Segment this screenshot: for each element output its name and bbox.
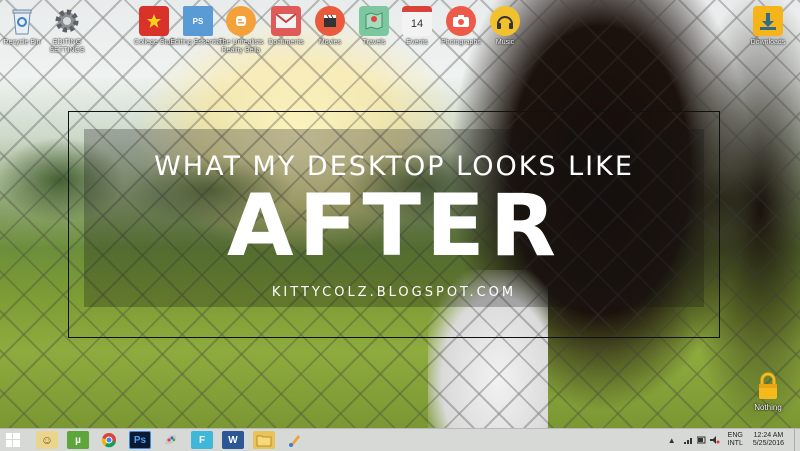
system-tray: ▲ ENG INTL 12:24 AM 5/25/2016	[668, 429, 800, 451]
flip-icon: F	[198, 434, 206, 446]
overlay-url: KITTYCOLZ.BLOGSPOT.COM	[271, 285, 517, 300]
envelope-icon	[271, 6, 301, 36]
paint-brush-icon	[289, 435, 300, 447]
desktop-icon-label: Music	[495, 39, 515, 46]
taskbar-app-chrome[interactable]	[98, 431, 120, 449]
show-desktop-button[interactable]	[794, 429, 800, 451]
taskbar-app-file-explorer[interactable]	[253, 431, 275, 449]
taskbar-app-paint-brush[interactable]	[284, 431, 306, 449]
taskbar-app-utorrent[interactable]: µ	[67, 431, 89, 449]
paint-palette-icon	[165, 434, 177, 445]
arrow-up-icon[interactable]: ▲	[668, 436, 676, 445]
calendar-icon: 14	[402, 6, 432, 36]
camera-icon	[446, 6, 476, 36]
volume-icon[interactable]	[709, 436, 720, 444]
download-icon	[753, 6, 783, 36]
language-top: ENG	[727, 432, 743, 439]
photoshop-icon: Ps	[133, 434, 147, 446]
taskbar-app-paint[interactable]	[160, 431, 182, 449]
clock-date: 5/25/2016	[752, 440, 784, 447]
star-flag-icon	[139, 6, 169, 36]
clock-time: 12:24 AM	[753, 432, 784, 439]
windows-logo-icon	[6, 433, 20, 447]
ps-badge: PS	[192, 16, 204, 26]
start-button[interactable]	[0, 429, 26, 451]
blogger-icon	[226, 6, 256, 36]
desktop-icon-label: Downloads	[750, 39, 786, 46]
smiley-folder-icon: ☺	[40, 433, 54, 447]
desktop-icon-music[interactable]: Music	[477, 6, 533, 47]
taskbar-app-word[interactable]: W	[222, 431, 244, 449]
overlay-title: AFTER	[227, 176, 561, 276]
gear-icon	[52, 6, 82, 36]
taskbar-app-explorer[interactable]: ☺	[36, 431, 58, 449]
language-bottom: INTL	[727, 440, 743, 447]
chrome-icon	[101, 433, 116, 448]
clock[interactable]: 12:24 AM 5/25/2016	[753, 432, 784, 448]
language-indicator[interactable]: ENG INTL	[728, 432, 743, 448]
folder-icon	[256, 435, 272, 447]
taskbar: ☺ µ Ps F W ▲ ENG INTL 12:24 AM 5/25/2016	[0, 428, 800, 451]
desktop-icon-label: EDITING SETTINGS	[49, 39, 85, 54]
photoshop-folder-icon: PS	[183, 6, 213, 36]
lock-icon	[753, 371, 783, 401]
word-icon: W	[228, 434, 238, 446]
battery-icon[interactable]	[696, 436, 707, 444]
desktop-icon-settings[interactable]: EDITING SETTINGS	[39, 6, 95, 55]
desktop-icon-label: Nothing	[754, 403, 782, 412]
taskbar-app-flip[interactable]: F	[191, 431, 213, 449]
recycle-bin-icon	[7, 6, 37, 36]
signal-icon[interactable]	[683, 436, 694, 444]
film-icon	[315, 6, 345, 36]
desktop-icon-nothing[interactable]: Nothing	[740, 371, 796, 412]
headphones-icon	[490, 6, 520, 36]
taskbar-app-photoshop[interactable]: Ps	[129, 431, 151, 449]
calendar-day: 14	[410, 18, 424, 30]
utorrent-icon: µ	[75, 434, 81, 446]
map-icon	[359, 6, 389, 36]
desktop-icon-downloads[interactable]: Downloads	[740, 6, 796, 47]
